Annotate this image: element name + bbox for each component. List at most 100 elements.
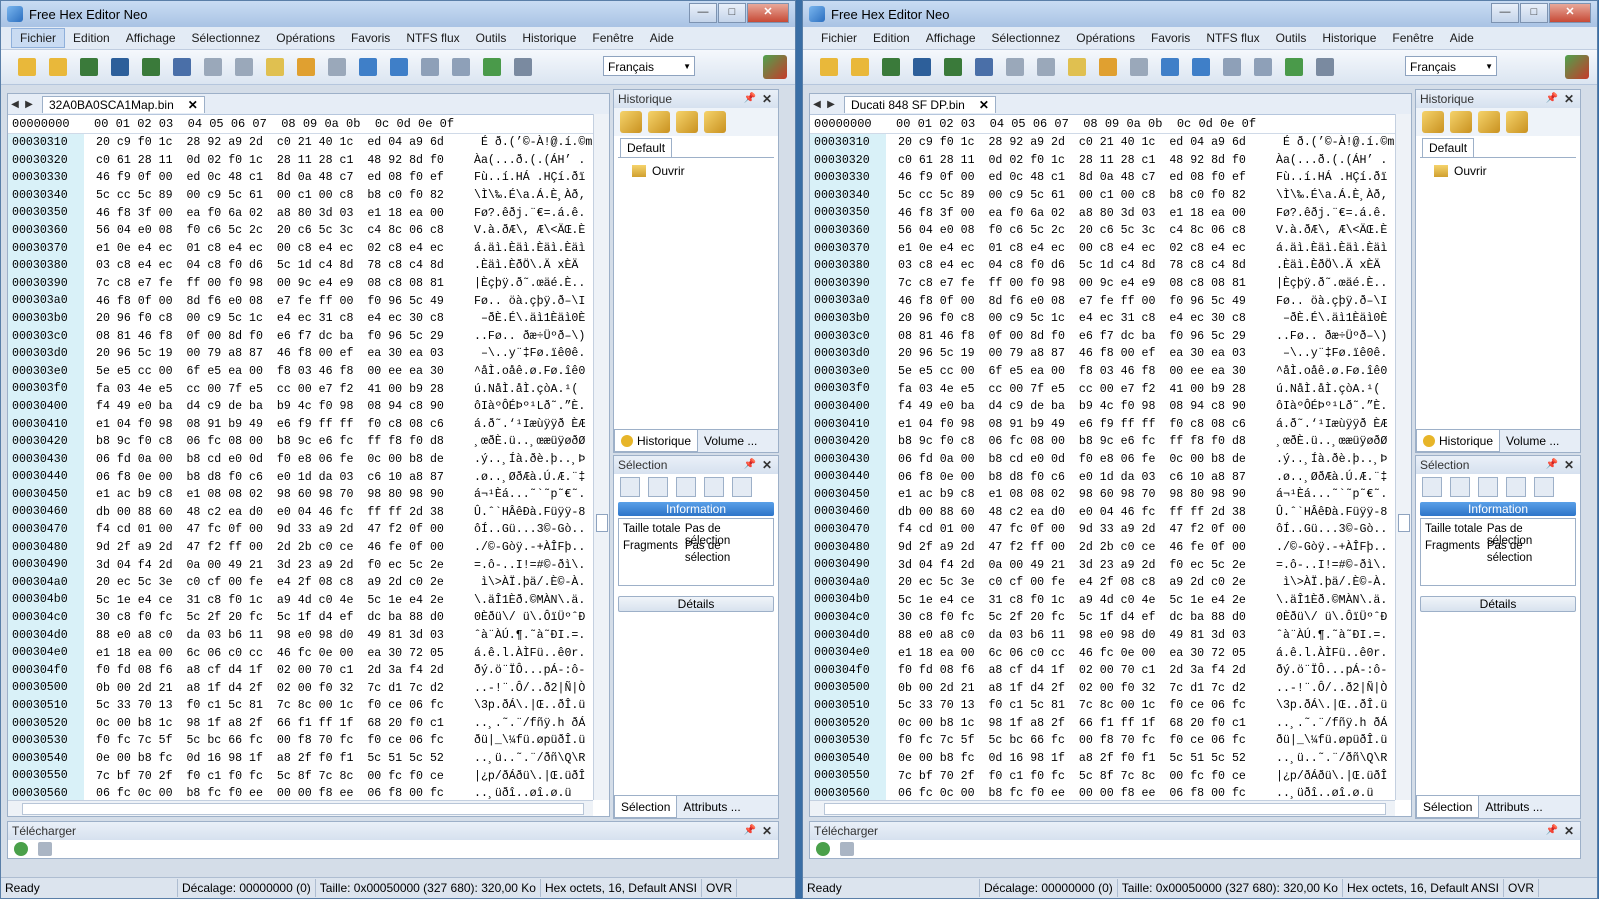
tab-volume[interactable]: Volume ...	[698, 430, 763, 452]
details-button[interactable]: Détails	[618, 596, 774, 612]
hex-row[interactable]: 00030520 0c 00 b8 1c 98 1f a8 2f 66 f1 ff…	[8, 714, 593, 733]
toolbar-button-icon[interactable]	[1096, 55, 1120, 79]
hex-row[interactable]: 000303f0 fa 03 4e e5 cc 00 7f e5 cc 00 e7…	[810, 380, 1395, 398]
download-start-icon[interactable]	[14, 842, 28, 856]
tab-next-icon[interactable]: ▶	[22, 99, 36, 110]
row-ascii[interactable]: ôÍ..Gü...3©-Gò..	[468, 523, 585, 536]
hex-row[interactable]: 00030410 e1 04 f0 98 08 91 b9 49 e6 f9 ff…	[810, 415, 1395, 434]
row-ascii[interactable]: ..-!¨.Ô/..ð2|Ñ|Ò	[468, 682, 585, 695]
menu-item[interactable]: Edition	[65, 29, 118, 47]
row-hex-bytes[interactable]: 7c bf 70 2f f0 c1 f0 fc 5c 8f 7c 8c 00 f…	[886, 770, 1270, 783]
hex-row[interactable]: 000304e0 e1 18 ea 00 6c 06 c0 cc 46 fc 0e…	[8, 644, 593, 662]
hex-row[interactable]: 00030520 0c 00 b8 1c 98 1f a8 2f 66 f1 ff…	[810, 714, 1395, 733]
hex-row[interactable]: 00030510 5c 33 70 13 f0 c1 5c 81 7c 8c 00…	[810, 697, 1395, 715]
tab-prev-icon[interactable]: ◀	[810, 99, 824, 110]
toolbar-button-icon[interactable]	[263, 55, 287, 79]
details-button[interactable]: Détails	[1420, 596, 1576, 612]
close-button[interactable]: ✕	[747, 3, 789, 23]
pin-icon[interactable]: 📌	[744, 822, 756, 840]
hex-row[interactable]: 000304b0 5c 1e e4 ce 31 c8 f0 1c a9 4d c0…	[810, 591, 1395, 610]
row-ascii[interactable]: ì\>ÀÏ.þä/.È©-À.	[468, 576, 585, 589]
row-ascii[interactable]: ./©-Gòÿ.-+ÀÎFþ..	[468, 541, 585, 554]
hex-row[interactable]: 00030460 db 00 88 60 48 c2 ea d0 e0 04 46…	[810, 503, 1395, 522]
row-ascii[interactable]: ðý.ö¨ÏÔ...pÁ-:ô-	[468, 664, 585, 677]
row-ascii[interactable]: ôÍ..Gü...3©-Gò..	[1270, 523, 1387, 536]
toolbar-button-icon[interactable]	[387, 55, 411, 79]
download-list-icon[interactable]	[840, 842, 854, 856]
hex-row[interactable]: 00030430 06 fd 0a 00 b8 cd e0 0d f0 e8 06…	[810, 450, 1395, 469]
toolbar-button-icon[interactable]	[1251, 55, 1275, 79]
minimize-button[interactable]: —	[1491, 3, 1519, 23]
row-hex-bytes[interactable]: e1 ac b9 c8 e1 08 08 02 98 60 98 70 98 8…	[84, 488, 468, 501]
language-select[interactable]: Français	[1405, 56, 1497, 77]
row-ascii[interactable]: |¿p/ðÁðü\.|Œ.üðÎ	[1270, 770, 1387, 783]
row-hex-bytes[interactable]: 5e e5 cc 00 6f e5 ea 00 f8 03 46 f8 00 e…	[886, 365, 1270, 378]
row-hex-bytes[interactable]: e1 18 ea 00 6c 06 c0 cc 46 fc 0e 00 ea 3…	[886, 647, 1270, 660]
undo-history-icon[interactable]	[1422, 111, 1444, 133]
vertical-scrollbar[interactable]	[1395, 114, 1411, 800]
hex-row[interactable]: 00030350 46 f8 3f 00 ea f0 6a 02 a8 80 3d…	[8, 204, 593, 222]
toolbar-button-icon[interactable]	[201, 55, 225, 79]
toolbar-button-icon[interactable]	[1065, 55, 1089, 79]
row-hex-bytes[interactable]: 0e 00 b8 fc 0d 16 98 1f a8 2f f0 f1 5c 5…	[886, 752, 1270, 765]
minimize-button[interactable]: —	[689, 3, 717, 23]
menu-item[interactable]: Fichier	[11, 28, 66, 48]
hex-row[interactable]: 000304f0 f0 fd 08 f6 a8 cf d4 1f 02 00 70…	[810, 661, 1395, 680]
toolbar-button-icon[interactable]	[170, 55, 194, 79]
row-ascii[interactable]: ðý.ö¨ÏÔ...pÁ-:ô-	[1270, 664, 1387, 677]
close-panel-icon[interactable]: ✕	[762, 90, 772, 108]
row-hex-bytes[interactable]: 20 96 f0 c8 00 c9 5c 1c e4 ec 31 c8 e4 e…	[84, 312, 468, 325]
menu-item[interactable]: NTFS flux	[1198, 29, 1267, 47]
row-hex-bytes[interactable]: 06 f8 0e 00 b8 d8 f0 c6 e0 1d da 03 c6 1…	[84, 471, 468, 484]
row-ascii[interactable]: \3p.ðÁ\.|Œ..ðÎ.ü	[468, 699, 585, 712]
help-icon[interactable]	[763, 55, 787, 79]
tab-selection[interactable]: Sélection	[1416, 796, 1480, 818]
toolbar-button-icon[interactable]	[139, 55, 163, 79]
hex-row[interactable]: 00030380 03 c8 e4 ec 04 c8 f0 d6 5c 1d c4…	[810, 257, 1395, 275]
row-ascii[interactable]: ˆà¨ÀÚ.¶.˜à˜ÐI.=.	[1270, 629, 1387, 642]
history-icon[interactable]	[1450, 111, 1472, 133]
row-ascii[interactable]: ^åÌ.oåê.ø.Fø.îê0	[1270, 365, 1387, 378]
menu-item[interactable]: Favoris	[343, 29, 398, 47]
row-hex-bytes[interactable]: f0 fd 08 f6 a8 cf d4 1f 02 00 70 c1 2d 3…	[886, 664, 1270, 677]
row-hex-bytes[interactable]: e1 18 ea 00 6c 06 c0 cc 46 fc 0e 00 ea 3…	[84, 647, 468, 660]
row-hex-bytes[interactable]: 5c 1e e4 ce 31 c8 f0 1c a9 4d c0 4e 5c 1…	[84, 594, 468, 607]
row-hex-bytes[interactable]: 30 c8 f0 fc 5c 2f 20 fc 5c 1f d4 ef dc b…	[886, 611, 1270, 624]
hex-row[interactable]: 00030310 20 c9 f0 1c 28 92 a9 2d c0 21 40…	[8, 134, 593, 152]
row-ascii[interactable]: ¸œðÈ.ü..¸œæüÿøðØ	[1270, 435, 1387, 448]
row-hex-bytes[interactable]: 03 c8 e4 ec 04 c8 f0 d6 5c 1d c4 8d 78 c…	[84, 259, 468, 272]
hex-row[interactable]: 00030360 56 04 e0 08 f0 c6 5c 2c 20 c6 5c…	[810, 221, 1395, 240]
hex-row[interactable]: 00030370 e1 0e e4 ec 01 c8 e4 ec 00 c8 e4…	[8, 239, 593, 258]
hex-row[interactable]: 00030380 03 c8 e4 ec 04 c8 f0 d6 5c 1d c4…	[8, 257, 593, 275]
row-ascii[interactable]: ..¸.˜.¨/fñÿ.h ðÁ	[1270, 717, 1387, 730]
hex-row[interactable]: 00030350 46 f8 3f 00 ea f0 6a 02 a8 80 3d…	[810, 204, 1395, 222]
row-hex-bytes[interactable]: 20 96 5c 19 00 79 a8 87 46 f8 00 ef ea 3…	[84, 347, 468, 360]
row-ascii[interactable]: –ðÈ.É\.äì1Èäì0È	[468, 312, 585, 325]
history-clock-icon[interactable]	[704, 111, 726, 133]
toolbar-button-icon[interactable]	[325, 55, 349, 79]
pin-icon[interactable]: 📌	[1546, 822, 1558, 840]
row-ascii[interactable]: .ø..¸ØðÆà.Ú.Æ.¨‡	[1270, 471, 1387, 484]
row-ascii[interactable]: .Èäì.ÈðÖ\.Ä xÈÄ	[468, 259, 578, 272]
row-ascii[interactable]: \.äÎ1Èð.©MÀN\.ä.	[1270, 594, 1387, 607]
language-select[interactable]: Français	[603, 56, 695, 77]
row-ascii[interactable]: ..¸üðî..øî.ø.ü	[468, 787, 571, 800]
select-block-icon[interactable]	[1478, 477, 1498, 497]
row-hex-bytes[interactable]: 9d 2f a9 2d 47 f2 ff 00 2d 2b c0 ce 46 f…	[886, 541, 1270, 554]
hex-row[interactable]: 000303b0 20 96 f0 c8 00 c9 5c 1c e4 ec 31…	[810, 309, 1395, 328]
row-hex-bytes[interactable]: 06 fc 0c 00 b8 fc f0 ee 00 00 f8 ee 06 f…	[886, 787, 1270, 800]
default-tab[interactable]: Default	[620, 138, 673, 157]
hex-row[interactable]: 00030460 db 00 88 60 48 c2 ea d0 e0 04 46…	[8, 503, 593, 522]
row-ascii[interactable]: \Ì\‰.É\a.Á.È¸Àð‚	[1270, 189, 1387, 202]
hex-row[interactable]: 000304c0 30 c8 f0 fc 5c 2f 20 fc 5c 1f d4…	[810, 609, 1395, 627]
menu-item[interactable]: Favoris	[1143, 29, 1198, 47]
toolbar-button-icon[interactable]	[910, 55, 934, 79]
hex-row[interactable]: 00030500 0b 00 2d 21 a8 1f d4 2f 02 00 f0…	[810, 679, 1395, 697]
row-hex-bytes[interactable]: 20 ec 5c 3e c0 cf 00 fe e4 2f 08 c8 a9 2…	[886, 576, 1270, 589]
row-ascii[interactable]: ..-!¨.Ô/..ð2|Ñ|Ò	[1270, 682, 1387, 695]
row-ascii[interactable]: \Ì\‰.É\a.Á.È¸Àð‚	[468, 189, 585, 202]
row-ascii[interactable]: ^åÌ.oåê.ø.Fø.îê0	[468, 365, 585, 378]
toolbar-button-icon[interactable]	[480, 55, 504, 79]
row-ascii[interactable]: \.äÎ1Èð.©MÀN\.ä.	[468, 594, 585, 607]
menu-item[interactable]: Outils	[468, 29, 515, 47]
